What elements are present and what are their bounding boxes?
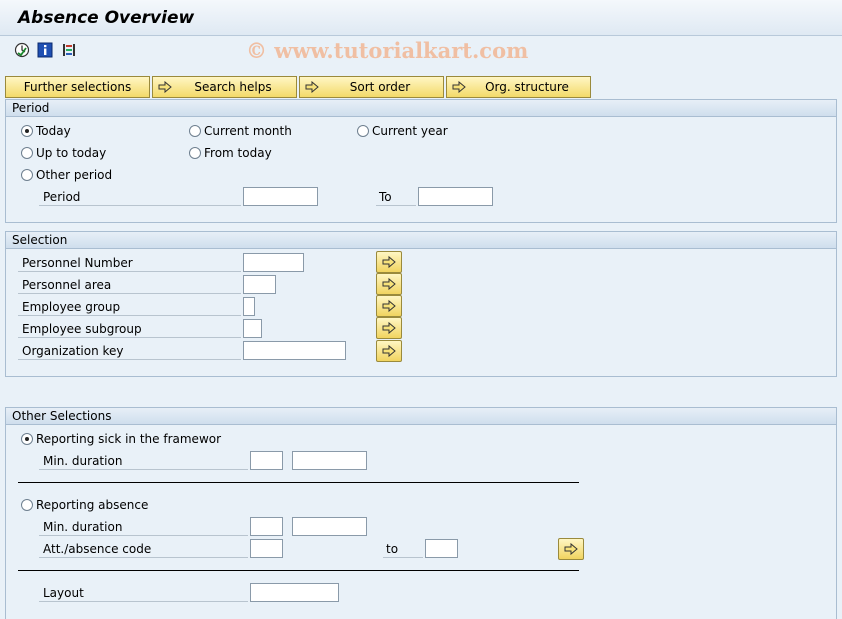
personnel-area-input[interactable] [243,275,276,294]
organization-key-input[interactable] [243,341,346,360]
multiple-selection-icon [382,277,396,291]
period-group-title: Period [6,100,836,117]
execute-icon[interactable] [14,42,30,58]
divider [18,482,579,483]
sick-min-duration-unit-input[interactable] [292,451,367,470]
radio-button-selected[interactable] [21,125,33,137]
radio-other-period[interactable]: Other period [21,168,112,182]
period-to-label: To [376,188,416,206]
personnel-area-multiple-selection-button[interactable] [376,273,402,295]
period-label: Period [39,188,241,206]
page-title: Absence Overview [18,8,195,28]
search-helps-label: Search helps [194,80,272,94]
divider [18,570,579,571]
selection-group-title: Selection [6,232,836,249]
radio-button-selected[interactable] [21,433,33,445]
employee-subgroup-multiple-selection-button[interactable] [376,317,402,339]
period-to-input[interactable] [418,187,493,206]
watermark: © www.tutorialkart.com [246,38,529,63]
employee-group-label: Employee group [18,298,241,316]
info-icon[interactable] [37,42,53,58]
organization-key-multiple-selection-button[interactable] [376,340,402,362]
att-absence-code-from-input[interactable] [250,539,283,558]
radio-up-to-today[interactable]: Up to today [21,146,106,160]
multiple-selection-icon [382,321,396,335]
personnel-number-multiple-selection-button[interactable] [376,251,402,273]
arrow-right-icon [158,81,176,93]
variant-icon[interactable] [61,42,77,58]
radio-button[interactable] [189,147,201,159]
radio-button[interactable] [21,147,33,159]
sort-order-label: Sort order [349,80,411,94]
radio-current-month[interactable]: Current month [189,124,292,138]
att-absence-code-to-input[interactable] [425,539,458,558]
radio-from-today-label: From today [204,146,272,160]
radio-from-today[interactable]: From today [189,146,272,160]
sick-min-duration-input[interactable] [250,451,283,470]
radio-current-month-label: Current month [204,124,292,138]
absence-min-duration-unit-input[interactable] [292,517,367,536]
radio-today[interactable]: Today [21,124,71,138]
personnel-number-label: Personnel Number [18,254,241,272]
radio-other-period-label: Other period [36,168,113,182]
radio-button[interactable] [21,499,33,511]
period-from-input[interactable] [243,187,318,206]
absence-min-duration-input[interactable] [250,517,283,536]
employee-subgroup-label: Employee subgroup [18,320,241,338]
sick-min-duration-label: Min. duration [39,452,248,470]
sort-order-button[interactable]: Sort order [299,76,444,98]
radio-button[interactable] [21,169,33,181]
att-absence-code-multiple-selection-button[interactable] [558,538,584,560]
arrow-right-icon [305,81,323,93]
absence-min-duration-label: Min. duration [39,518,248,536]
further-selections-button[interactable]: Further selections [5,76,150,98]
att-absence-code-label: Att./absence code [39,540,248,558]
radio-current-year-label: Current year [372,124,448,138]
layout-label: Layout [39,584,248,602]
personnel-number-input[interactable] [243,253,304,272]
search-helps-button[interactable]: Search helps [152,76,297,98]
org-structure-label: Org. structure [485,80,569,94]
radio-reporting-sick-label: Reporting sick in the framewor [36,432,222,446]
multiple-selection-icon [382,255,396,269]
employee-group-input[interactable] [243,297,255,316]
personnel-area-label: Personnel area [18,276,241,294]
radio-reporting-absence[interactable]: Reporting absence [21,498,148,512]
radio-reporting-absence-label: Reporting absence [36,498,149,512]
arrow-right-icon [452,81,470,93]
multiple-selection-icon [382,299,396,313]
further-selections-label: Further selections [23,80,132,94]
org-structure-button[interactable]: Org. structure [446,76,591,98]
radio-button[interactable] [357,125,369,137]
radio-reporting-sick[interactable]: Reporting sick in the framewor [21,432,221,446]
radio-button[interactable] [189,125,201,137]
att-absence-code-to-label: to [383,540,423,558]
employee-group-multiple-selection-button[interactable] [376,295,402,317]
employee-subgroup-input[interactable] [243,319,262,338]
radio-up-to-today-label: Up to today [36,146,107,160]
other-selections-group-title: Other Selections [6,408,836,425]
multiple-selection-icon [382,344,396,358]
radio-today-label: Today [36,124,71,138]
multiple-selection-icon [564,542,578,556]
radio-current-year[interactable]: Current year [357,124,448,138]
layout-input[interactable] [250,583,339,602]
organization-key-label: Organization key [18,342,241,360]
